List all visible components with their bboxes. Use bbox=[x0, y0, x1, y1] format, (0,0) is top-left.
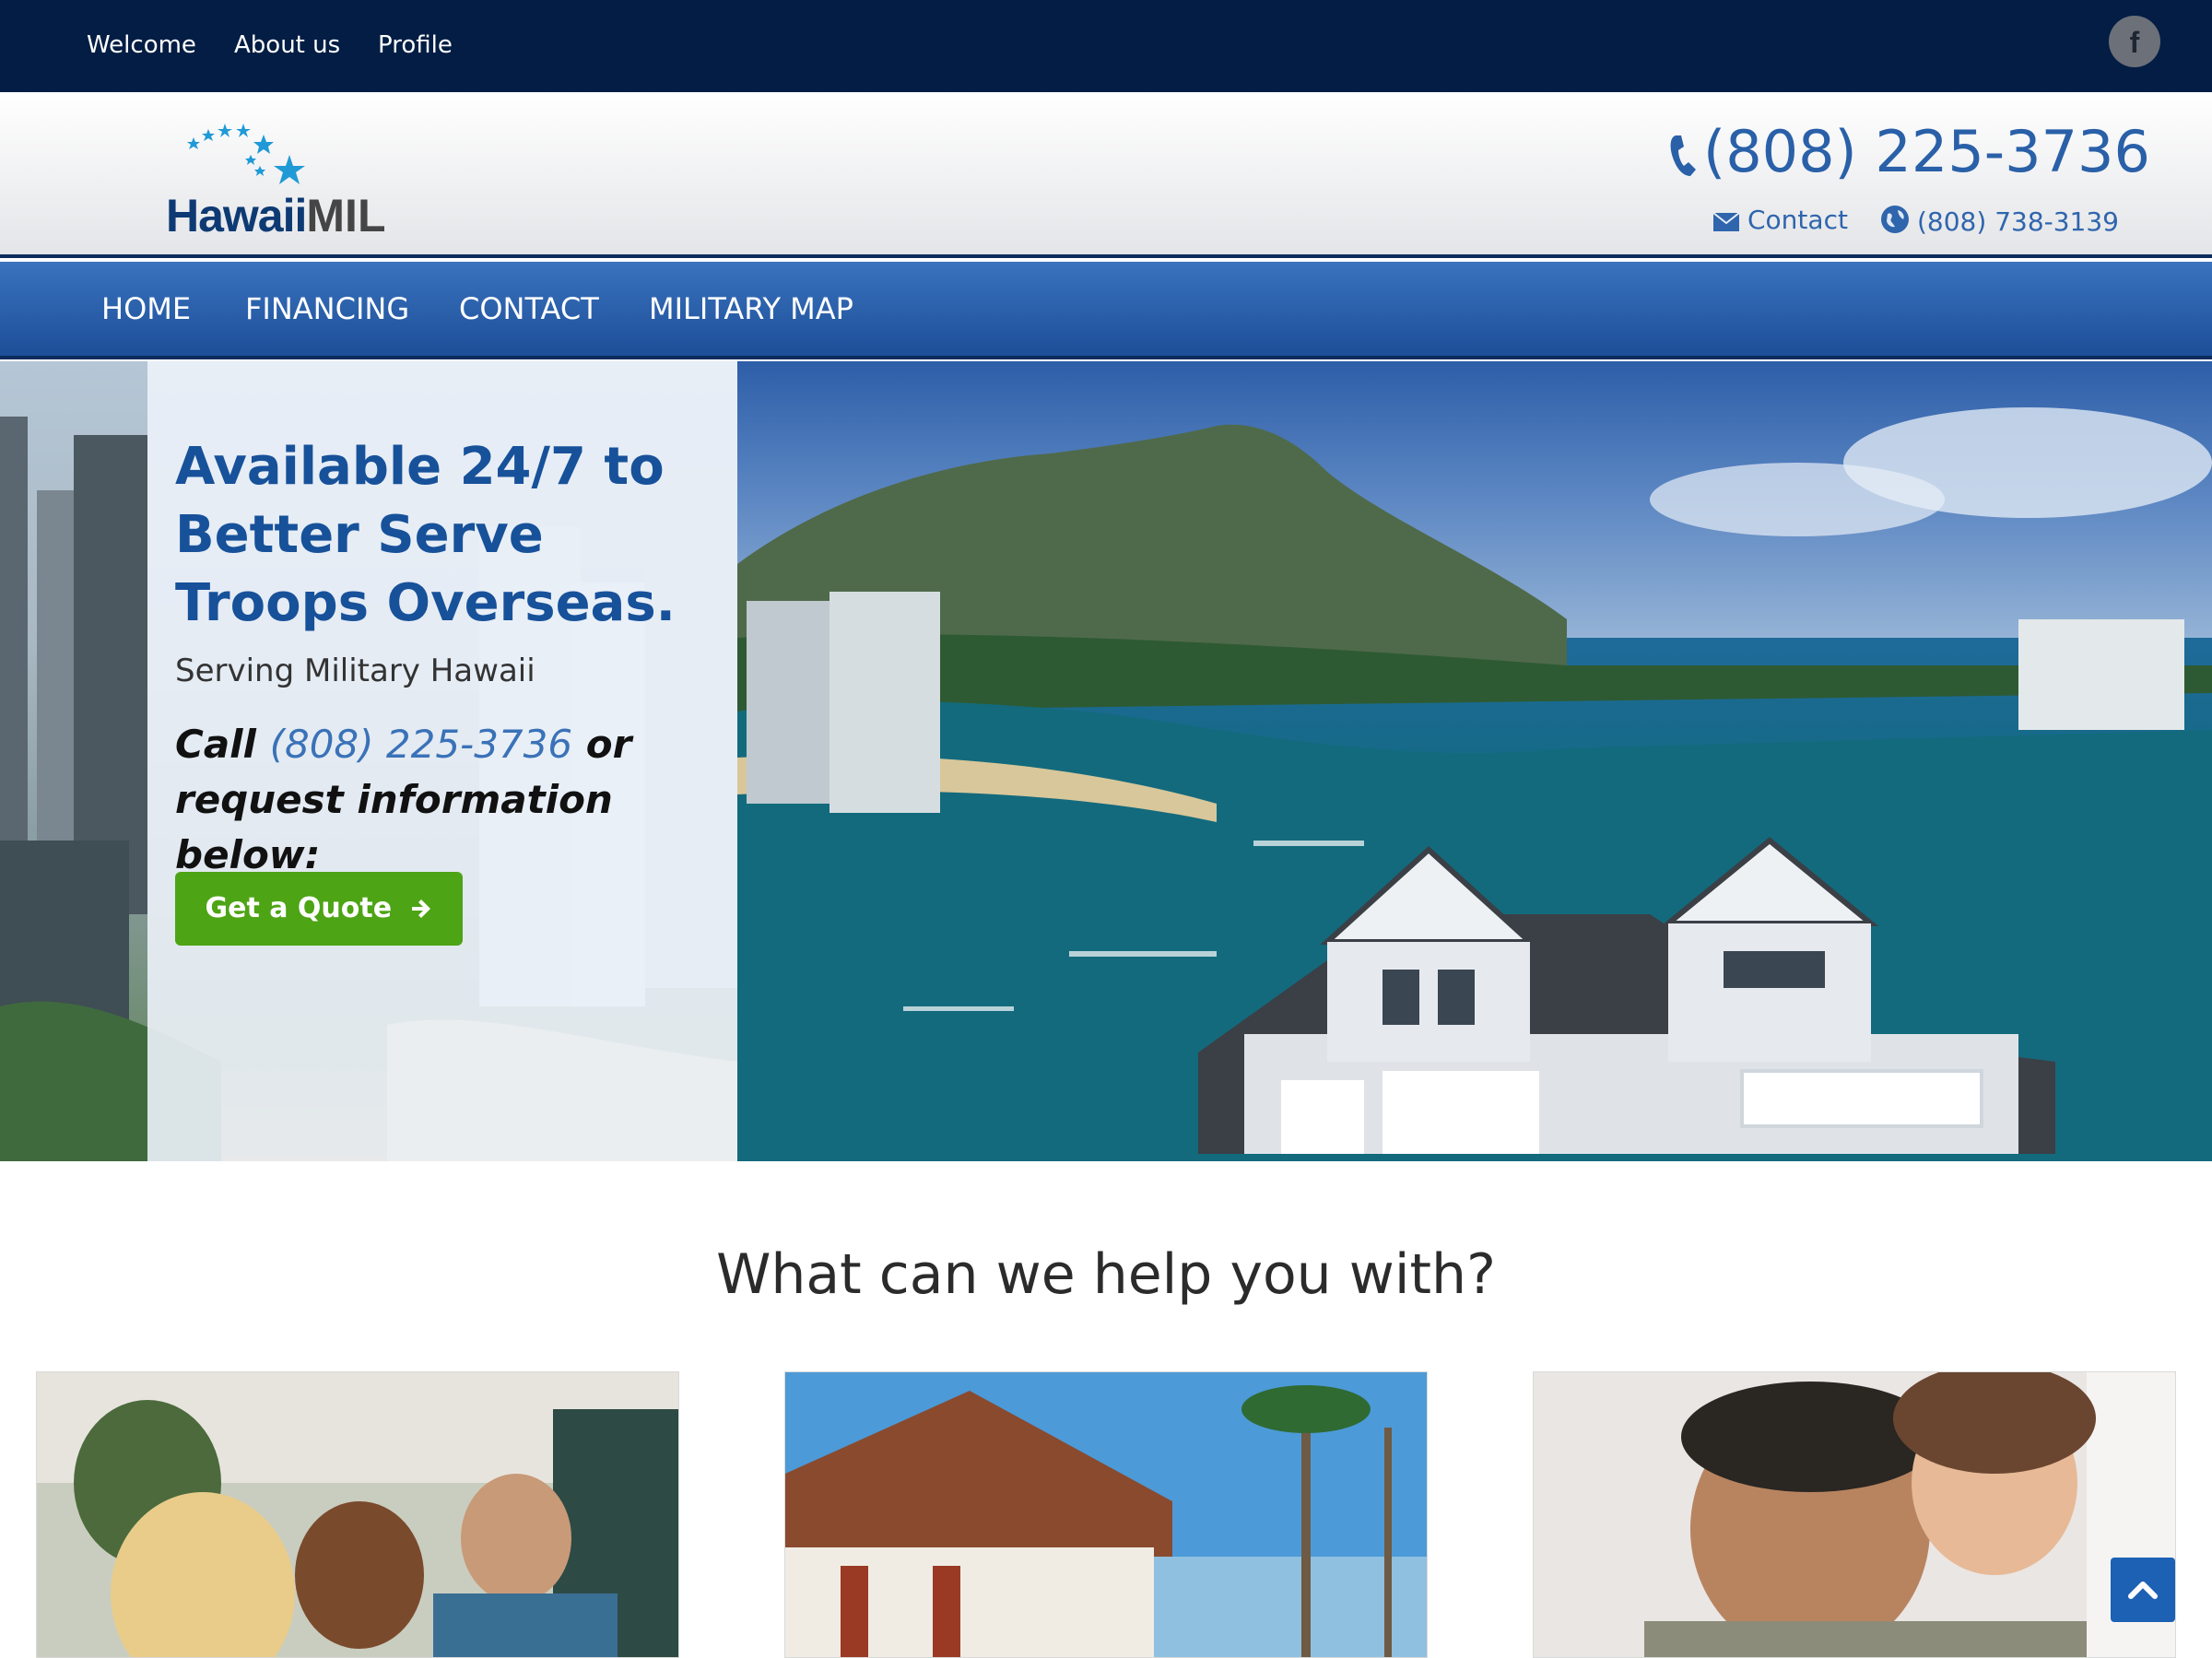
tropical-house-photo bbox=[785, 1372, 1427, 1657]
family-photo bbox=[37, 1372, 678, 1657]
chevron-up-icon bbox=[2128, 1582, 2158, 1599]
service-card-soldier[interactable] bbox=[1533, 1371, 2176, 1658]
stars-icon bbox=[187, 123, 305, 184]
house-image bbox=[1198, 837, 2055, 1154]
get-a-quote-label: Get a Quote bbox=[205, 892, 393, 924]
phone-icon bbox=[1670, 135, 1696, 176]
hero-title: Available 24/7 to Better Serve Troops Ov… bbox=[175, 437, 676, 633]
hero-call-phone[interactable]: (808) 225-3736 bbox=[270, 722, 573, 767]
logo-word-hawaii: Hawaii bbox=[166, 190, 307, 241]
main-nav: HOME FINANCING CONTACT MILITARY MAP bbox=[0, 262, 2212, 359]
arrow-right-icon bbox=[411, 900, 430, 918]
back-to-top-button[interactable] bbox=[2111, 1558, 2175, 1622]
envelope-icon bbox=[1712, 212, 1740, 231]
nav-contact[interactable]: CONTACT bbox=[459, 291, 599, 326]
logo-word-mil: MIL bbox=[306, 190, 386, 241]
hero-call-text: Call (808) 225-3736 or request informati… bbox=[175, 717, 728, 883]
hero-call-prefix: Call bbox=[175, 722, 270, 767]
topnav-welcome-link[interactable]: Welcome bbox=[87, 31, 196, 59]
header-secondary-phone-number: (808) 738-3139 bbox=[1917, 206, 2119, 237]
logo-wordmark: HawaiiMIL bbox=[166, 190, 386, 241]
nav-financing[interactable]: FINANCING bbox=[245, 291, 409, 326]
facebook-icon[interactable]: f bbox=[2109, 16, 2160, 67]
globe-icon bbox=[1881, 206, 1909, 233]
header-contact-label: Contact bbox=[1747, 205, 1848, 235]
nav-military-map[interactable]: MILITARY MAP bbox=[649, 291, 853, 326]
service-card-house[interactable] bbox=[784, 1371, 1428, 1658]
header-phone-number: (808) 225-3736 bbox=[1703, 118, 2150, 185]
header-secondary-phone[interactable]: (808) 738-3139 bbox=[1880, 205, 2119, 237]
header-phone[interactable]: (808) 225-3736 bbox=[1668, 118, 2150, 195]
top-bar: Welcome About us Profile f bbox=[0, 0, 2212, 92]
soldier-daughter-photo bbox=[1534, 1372, 2175, 1657]
topnav-about-link[interactable]: About us bbox=[234, 31, 340, 59]
help-section-title: What can we help you with? bbox=[716, 1242, 1496, 1307]
nav-home[interactable]: HOME bbox=[101, 291, 191, 326]
service-card-family[interactable] bbox=[36, 1371, 679, 1658]
get-a-quote-button[interactable]: Get a Quote bbox=[175, 872, 463, 946]
header-contact-link[interactable]: Contact bbox=[1712, 205, 1848, 235]
hero-subtitle: Serving Military Hawaii bbox=[175, 653, 535, 689]
hawaiimil-logo[interactable]: HawaiiMIL bbox=[159, 114, 417, 243]
topnav-profile-link[interactable]: Profile bbox=[378, 31, 453, 59]
